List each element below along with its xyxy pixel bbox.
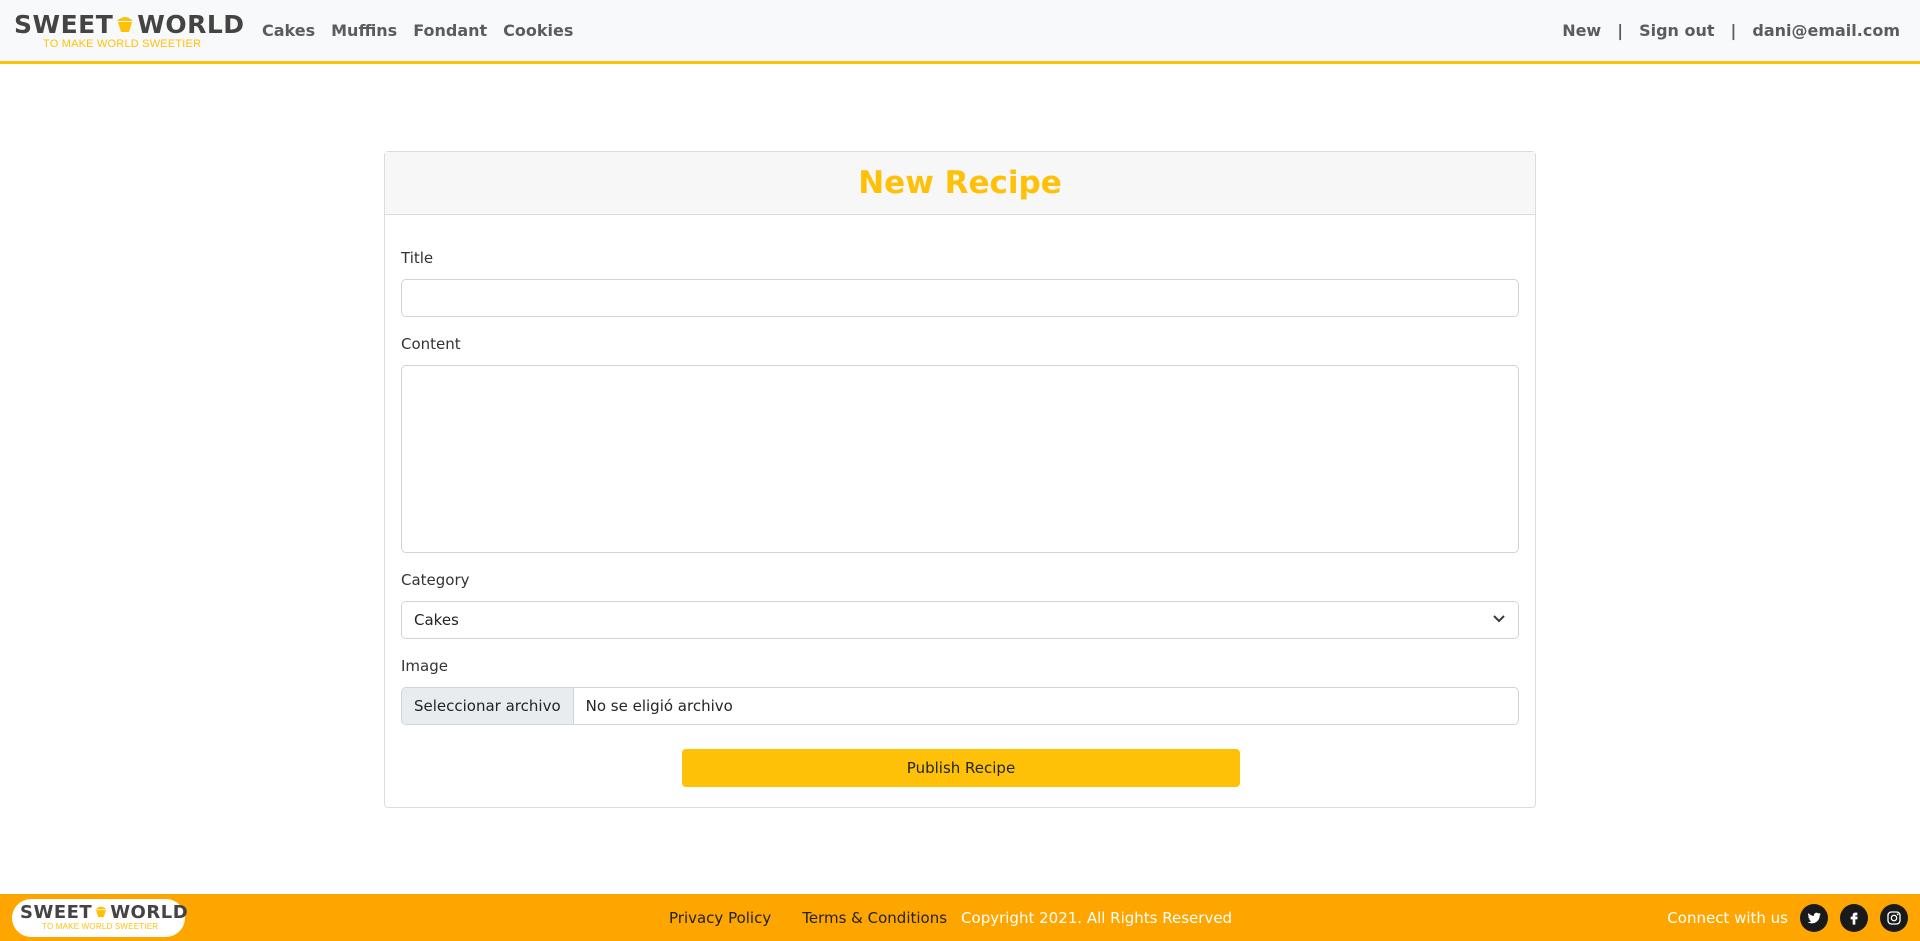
logo-tagline: TO MAKE WORLD SWEETIER — [42, 922, 159, 931]
nav-separator: | — [1730, 21, 1737, 40]
content-label: Content — [401, 335, 461, 353]
nav-link-sign-out[interactable]: Sign out — [1639, 21, 1714, 40]
nav-link-muffins[interactable]: Muffins — [331, 21, 397, 40]
category-label: Category — [401, 571, 470, 589]
logo-text-right: WORLD — [137, 9, 245, 39]
footer-links: Privacy Policy Terms & Conditions Copyri… — [669, 909, 1232, 927]
twitter-icon[interactable] — [1800, 903, 1828, 932]
nav-separator: | — [1617, 21, 1624, 40]
nav-link-cookies[interactable]: Cookies — [503, 21, 573, 40]
nav-link-fondant[interactable]: Fondant — [413, 21, 487, 40]
nav-link-new[interactable]: New — [1562, 21, 1601, 40]
copyright-text: Copyright 2021. All Rights Reserved — [961, 908, 1233, 927]
brand-logo[interactable]: SWEET WORLD TO MAKE WORLD SWEETIER — [14, 9, 244, 50]
logo-text-left: SWEET — [20, 902, 93, 923]
cupcake-icon — [115, 12, 135, 38]
card-header: New Recipe — [385, 152, 1535, 215]
image-file-input[interactable]: Seleccionar archivo No se eligió archivo — [401, 687, 1519, 725]
page-title: New Recipe — [858, 165, 1062, 201]
privacy-policy-link[interactable]: Privacy Policy — [669, 909, 771, 927]
logo-text-right: WORLD — [110, 902, 189, 923]
category-selected-value: Cakes — [414, 611, 459, 629]
nav-link-user-email[interactable]: dani@email.com — [1752, 21, 1900, 40]
navbar: SWEET WORLD TO MAKE WORLD SWEETIER Cakes… — [0, 0, 1920, 64]
logo-tagline: TO MAKE WORLD SWEETIER — [43, 37, 202, 50]
nav-link-cakes[interactable]: Cakes — [262, 21, 315, 40]
content-textarea[interactable] — [401, 365, 1519, 553]
instagram-icon[interactable] — [1880, 903, 1908, 932]
new-recipe-card: New Recipe Title Content Category Cakes … — [384, 151, 1536, 808]
logo-text-left: SWEET — [14, 9, 114, 39]
chevron-down-icon — [1492, 611, 1506, 629]
title-input[interactable] — [401, 279, 1519, 317]
social-links: Connect with us — [1667, 903, 1908, 932]
footer: SWEET WORLD TO MAKE WORLD SWEETIER Priva… — [0, 894, 1920, 941]
title-label: Title — [401, 249, 434, 267]
terms-link[interactable]: Terms & Conditions — [802, 909, 947, 927]
file-status-text: No se eligió archivo — [585, 697, 733, 715]
connect-label: Connect with us — [1667, 908, 1788, 927]
category-select[interactable]: Cakes — [401, 601, 1519, 639]
image-label: Image — [401, 657, 448, 675]
publish-recipe-button[interactable]: Publish Recipe — [682, 749, 1240, 787]
facebook-icon[interactable] — [1840, 903, 1868, 932]
user-nav: New | Sign out | dani@email.com — [1562, 21, 1906, 40]
choose-file-button[interactable]: Seleccionar archivo — [402, 688, 574, 724]
footer-logo[interactable]: SWEET WORLD TO MAKE WORLD SWEETIER — [12, 898, 189, 937]
cupcake-icon — [94, 904, 108, 922]
category-nav: Cakes Muffins Fondant Cookies — [262, 21, 573, 40]
